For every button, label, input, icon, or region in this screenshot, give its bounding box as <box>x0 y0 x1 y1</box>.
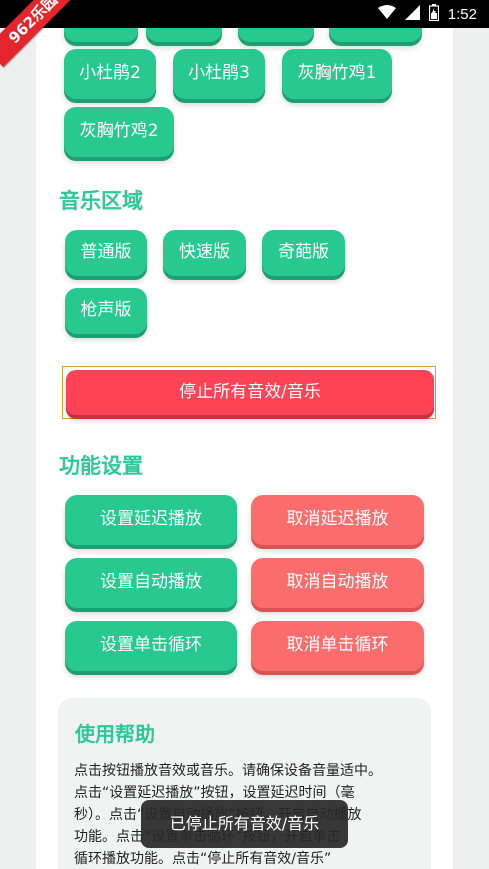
sound-button-partial-2[interactable] <box>146 28 222 42</box>
wifi-icon <box>377 5 396 23</box>
stop-all-button[interactable]: 停止所有音效/音乐 <box>66 370 434 415</box>
set-loop-button[interactable]: 设置单击循环 <box>65 621 237 671</box>
set-auto-button[interactable]: 设置自动播放 <box>65 558 237 608</box>
signal-icon <box>404 4 420 24</box>
help-line: 循环播放功能。点击“停止所有音效/音乐” <box>74 851 332 867</box>
music-button-weird[interactable]: 奇葩版 <box>262 230 345 276</box>
sound-button-xiaodujuan2[interactable]: 小杜鹃2 <box>64 49 156 99</box>
cancel-loop-button[interactable]: 取消单击循环 <box>251 621 424 671</box>
status-bar: 1:52 <box>0 0 489 28</box>
sound-button-partial-4[interactable] <box>329 28 422 42</box>
sound-button-huixiongzhuji1[interactable]: 灰胸竹鸡1 <box>282 49 392 99</box>
music-button-normal[interactable]: 普通版 <box>65 230 147 276</box>
cancel-delay-button[interactable]: 取消延迟播放 <box>251 495 424 545</box>
status-icons: 1:52 <box>377 3 477 25</box>
set-delay-button[interactable]: 设置延迟播放 <box>65 495 237 545</box>
main-card: 小杜鹃2 小杜鹃3 灰胸竹鸡1 灰胸竹鸡2 音乐区域 普通版 快速版 奇葩版 枪… <box>36 28 453 869</box>
music-section-title: 音乐区域 <box>59 189 143 213</box>
help-line: 点击按钮播放音效或音乐。请确保设备音量适中。 <box>74 763 382 779</box>
function-section-title: 功能设置 <box>59 454 143 478</box>
music-button-gunshot[interactable]: 枪声版 <box>65 288 147 334</box>
toast-message: 已停止所有音效/音乐 <box>141 800 348 848</box>
cancel-auto-button[interactable]: 取消自动播放 <box>251 558 424 608</box>
sound-button-partial-1[interactable] <box>64 28 138 42</box>
status-time: 1:52 <box>447 5 477 23</box>
battery-icon <box>428 3 439 25</box>
sound-button-xiaodujuan3[interactable]: 小杜鹃3 <box>173 49 265 99</box>
help-title: 使用帮助 <box>75 722 155 746</box>
sound-button-huixiongzhuji2[interactable]: 灰胸竹鸡2 <box>64 107 174 157</box>
music-button-fast[interactable]: 快速版 <box>163 230 246 276</box>
sound-button-partial-3[interactable] <box>238 28 314 42</box>
